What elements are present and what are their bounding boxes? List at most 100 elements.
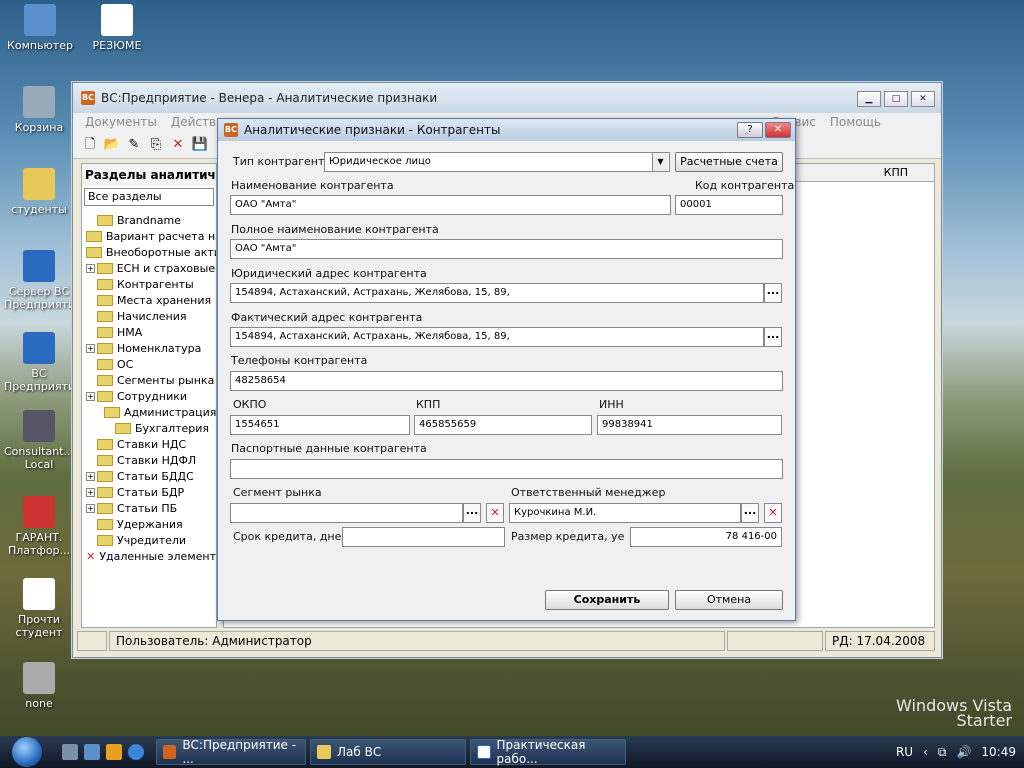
code-field[interactable]: 00001 (675, 195, 783, 215)
okpo-field[interactable]: 1554651 (230, 415, 410, 435)
minimize-button[interactable]: ▁ (857, 91, 881, 107)
segment-field[interactable] (230, 503, 463, 523)
tree-item[interactable]: + Статьи БДР (82, 484, 216, 500)
tree-item[interactable]: Учредители (82, 532, 216, 548)
task-label: Практическая рабо... (496, 738, 586, 766)
vista-line2: Starter (956, 711, 1012, 730)
media-player-icon[interactable] (106, 744, 122, 760)
tree-item[interactable]: НМА (82, 324, 216, 340)
expand-icon[interactable]: + (86, 503, 95, 513)
chevron-down-icon[interactable]: ▼ (652, 153, 668, 171)
menu-help[interactable]: Помощь (830, 115, 881, 129)
passport-field[interactable] (230, 459, 783, 479)
tree-item[interactable]: + Статьи БДДС (82, 468, 216, 484)
desktop-icon[interactable]: none (4, 662, 74, 710)
kpp-field[interactable]: 465855659 (414, 415, 592, 435)
start-button[interactable] (0, 736, 54, 768)
segment-clear-icon[interactable]: ✕ (486, 503, 504, 523)
tree-item[interactable]: ✕ Удаленные элемент (82, 548, 216, 564)
desktop-icon-image (23, 168, 55, 200)
credit-size-field[interactable]: 78 416-00 (630, 527, 782, 547)
tree-item[interactable]: Места хранения (82, 292, 216, 308)
tree-item[interactable]: Brandname (82, 212, 216, 228)
tree-item[interactable]: Администрация (82, 404, 216, 420)
tree-item[interactable]: Ставки НДС (82, 436, 216, 452)
desktop-icon[interactable]: Корзина (4, 86, 74, 134)
cancel-button[interactable]: Отмена (675, 590, 783, 610)
manager-field[interactable]: Курочкина М.И. (509, 503, 741, 523)
edit-icon[interactable]: ✎ (125, 136, 143, 154)
desktop-icon[interactable]: Consultant... Local (4, 410, 74, 471)
desktop-icon[interactable]: Сервер ВС Предприятия (4, 250, 82, 311)
volume-icon[interactable]: 🔊 (956, 745, 971, 759)
legal-address-select-button[interactable]: ... (764, 283, 782, 303)
show-desktop-icon[interactable] (62, 744, 78, 760)
desktop-icon[interactable]: Прочти студент (4, 578, 74, 639)
tree-item[interactable]: Контрагенты (82, 276, 216, 292)
tree-item[interactable]: Ставки НДФЛ (82, 452, 216, 468)
expand-icon[interactable]: + (86, 343, 95, 353)
inn-field[interactable]: 99838941 (597, 415, 782, 435)
tree-item[interactable]: Сегменты рынка (82, 372, 216, 388)
desktop-icon[interactable]: РЕЗЮМЕ (82, 4, 152, 52)
tree-item[interactable]: + Номенклатура (82, 340, 216, 356)
copy-icon[interactable]: ⎘ (147, 136, 165, 154)
clock[interactable]: 10:49 (981, 745, 1016, 759)
tree-item[interactable]: + Сотрудники (82, 388, 216, 404)
network-icon[interactable]: ⧉ (938, 745, 947, 760)
desktop-icon[interactable]: Компьютер (5, 4, 75, 52)
sections-selector[interactable]: Все разделы (84, 188, 214, 206)
task-lab[interactable]: Лаб ВС (310, 739, 466, 765)
tree-item[interactable]: ОС (82, 356, 216, 372)
manager-clear-icon[interactable]: ✕ (764, 503, 782, 523)
task-practical[interactable]: Практическая рабо... (470, 738, 626, 766)
task-enterprise[interactable]: ВС:Предприятие - ... (156, 738, 306, 766)
credit-term-field[interactable] (342, 527, 505, 547)
tree-item[interactable]: Начисления (82, 308, 216, 324)
segment-select-button[interactable]: ... (463, 503, 481, 523)
actual-address-field[interactable]: 154894, Астаханский, Астрахань, Желябова… (230, 327, 764, 347)
menu-documents[interactable]: Документы (85, 115, 157, 129)
type-select[interactable]: Юридическое лицо ▼ (324, 152, 670, 172)
dialog-close-button[interactable]: ✕ (765, 122, 791, 138)
help-button[interactable]: ? (737, 122, 763, 138)
language-indicator[interactable]: RU (896, 745, 913, 759)
main-window-titlebar[interactable]: ВС ВС:Предприятие - Венера - Аналитическ… (73, 83, 941, 113)
tree-item[interactable]: Вариант расчета на (82, 228, 216, 244)
tree-item-label: Удержания (117, 517, 183, 531)
folder-icon (86, 246, 102, 258)
folder-icon (97, 310, 113, 322)
save-icon[interactable]: 💾 (191, 136, 209, 154)
tree-item[interactable]: + ЕСН и страховые вз (82, 260, 216, 276)
close-button[interactable]: ✕ (911, 91, 935, 107)
legal-address-field[interactable]: 154894, Астаханский, Астрахань, Желябова… (230, 283, 764, 303)
delete-icon[interactable]: ✕ (169, 136, 187, 154)
expand-icon[interactable]: + (86, 471, 95, 481)
name-field[interactable]: ОАО "Амта" (230, 195, 671, 215)
manager-select-button[interactable]: ... (741, 503, 759, 523)
desktop-icon[interactable]: ГАРАНТ. Платфор... (4, 496, 74, 557)
maximize-button[interactable]: □ (884, 91, 908, 107)
actual-address-select-button[interactable]: ... (764, 327, 782, 347)
desktop-icon[interactable]: ВС Предприятия (4, 332, 82, 393)
internet-explorer-icon[interactable] (128, 744, 144, 760)
open-folder-icon[interactable]: 📂 (103, 136, 121, 154)
expand-icon[interactable]: + (86, 487, 95, 497)
phones-field[interactable]: 48258654 (230, 371, 783, 391)
column-kpp[interactable]: КПП (884, 166, 908, 179)
tree-item-label: Номенклатура (117, 341, 202, 355)
tree-item[interactable]: + Статьи ПБ (82, 500, 216, 516)
dialog-titlebar[interactable]: ВС Аналитические признаки - Контрагенты … (218, 119, 795, 141)
tree-item[interactable]: Бухгалтерия (82, 420, 216, 436)
new-doc-icon[interactable]: 🗋 (81, 136, 99, 154)
switch-windows-icon[interactable] (84, 744, 100, 760)
accounts-button[interactable]: Расчетные счета (675, 152, 783, 172)
tree-item[interactable]: Внеоборотные акти (82, 244, 216, 260)
desktop-icon[interactable]: студенты (4, 168, 74, 216)
fullname-field[interactable]: ОАО "Амта" (230, 239, 783, 259)
save-button[interactable]: Сохранить (545, 590, 669, 610)
expand-icon[interactable]: + (86, 263, 95, 273)
tree-item[interactable]: Удержания (82, 516, 216, 532)
expand-icon[interactable]: + (86, 391, 95, 401)
chevron-left-icon[interactable]: ‹ (923, 745, 928, 759)
